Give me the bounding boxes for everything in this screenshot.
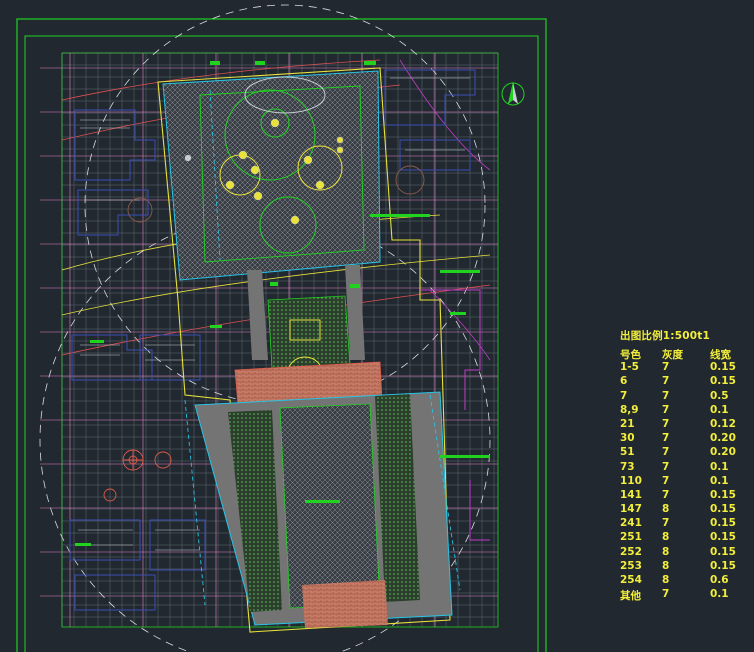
legend-row: 141 7 0.15 <box>612 489 742 503</box>
row-width: 0.1 <box>710 403 729 416</box>
row-gray: 8 <box>662 574 670 586</box>
row-color: 21 <box>620 417 635 430</box>
row-color: 141 <box>620 488 642 501</box>
row-width: 0.15 <box>710 375 736 388</box>
row-width: 0.15 <box>710 503 736 516</box>
legend-row: 147 8 0.15 <box>612 503 742 517</box>
legend-row: 7 7 0.5 <box>612 390 742 404</box>
row-width: 0.15 <box>710 531 736 544</box>
row-color: 110 <box>620 474 642 487</box>
legend-row: 21 7 0.12 <box>612 418 742 432</box>
legend-row: 6 7 0.15 <box>612 375 742 389</box>
row-width: 0.20 <box>710 432 736 445</box>
legend-row: 73 7 0.1 <box>612 461 742 475</box>
legend-header-row: 号色 灰度 线宽 <box>612 347 742 361</box>
row-color: 73 <box>620 460 635 473</box>
legend-row: 252 8 0.15 <box>612 546 742 560</box>
row-gray: 8 <box>662 503 670 516</box>
legend-row: 8,9 7 0.1 <box>612 404 742 418</box>
row-gray: 7 <box>662 361 670 374</box>
row-width: 0.15 <box>710 361 736 374</box>
row-gray: 7 <box>662 446 670 459</box>
row-width: 0.5 <box>710 389 729 402</box>
row-width: 0.15 <box>710 545 736 558</box>
legend-row: 110 7 0.1 <box>612 475 742 489</box>
row-width: 0.15 <box>710 559 736 572</box>
row-gray: 7 <box>662 588 670 601</box>
row-gray: 7 <box>662 417 670 430</box>
row-gray: 7 <box>662 375 670 388</box>
row-width: 0.1 <box>710 588 729 601</box>
scale-label: 出图比例1:500t1 <box>620 330 710 342</box>
row-gray: 8 <box>662 559 670 572</box>
row-gray: 7 <box>662 432 670 445</box>
legend-row: 30 7 0.20 <box>612 432 742 446</box>
row-gray: 7 <box>662 517 670 530</box>
legend-row: 253 8 0.15 <box>612 560 742 574</box>
row-gray: 7 <box>662 488 670 501</box>
row-color: 51 <box>620 446 635 459</box>
row-width: 0.15 <box>710 488 736 501</box>
header-width: 线宽 <box>710 349 731 361</box>
south-lawn <box>194 391 453 628</box>
line-weight-legend: 出图比例1:500t1 号色 灰度 线宽 1-5 7 0.15 6 7 0.15 7 7 0.5… <box>612 328 742 602</box>
row-gray: 7 <box>662 460 670 473</box>
row-gray: 7 <box>662 389 670 402</box>
legend-row: 1-5 7 0.15 <box>612 361 742 375</box>
row-color: 30 <box>620 432 635 445</box>
row-color: 其他 <box>620 590 641 603</box>
legend-row: 254 8 0.6 <box>612 574 742 588</box>
legend-row: 其他 7 0.1 <box>612 588 742 602</box>
row-width: 0.1 <box>710 474 729 487</box>
row-gray: 8 <box>662 531 670 544</box>
legend-rows: 1-5 7 0.15 6 7 0.15 7 7 0.5 8,9 7 0.1 21 7 0.12 30 7 0.20… <box>612 361 742 602</box>
row-width: 0.1 <box>710 460 729 473</box>
row-gray: 7 <box>662 474 670 487</box>
legend-row: 241 7 0.15 <box>612 517 742 531</box>
row-color: 254 <box>620 574 642 586</box>
row-color: 251 <box>620 531 642 544</box>
row-width: 0.12 <box>710 417 736 430</box>
legend-row: 251 8 0.15 <box>612 531 742 545</box>
legend-row: 51 7 0.20 <box>612 446 742 460</box>
row-color: 147 <box>620 503 642 516</box>
row-width: 0.15 <box>710 517 736 530</box>
row-width: 0.20 <box>710 446 736 459</box>
north-arrow-icon <box>501 82 525 106</box>
row-width: 0.6 <box>710 574 729 586</box>
row-gray: 7 <box>662 403 670 416</box>
row-gray: 8 <box>662 545 670 558</box>
row-color: 8,9 <box>620 403 639 416</box>
fountain-icon <box>122 449 172 471</box>
row-color: 253 <box>620 559 642 572</box>
north-plaza <box>162 70 381 281</box>
header-gray: 灰度 <box>662 349 683 361</box>
row-color: 252 <box>620 545 642 558</box>
row-color: 241 <box>620 517 642 530</box>
row-color: 6 <box>620 375 628 388</box>
row-color: 7 <box>620 389 628 402</box>
header-color: 号色 <box>620 349 641 361</box>
row-color: 1-5 <box>620 361 639 374</box>
